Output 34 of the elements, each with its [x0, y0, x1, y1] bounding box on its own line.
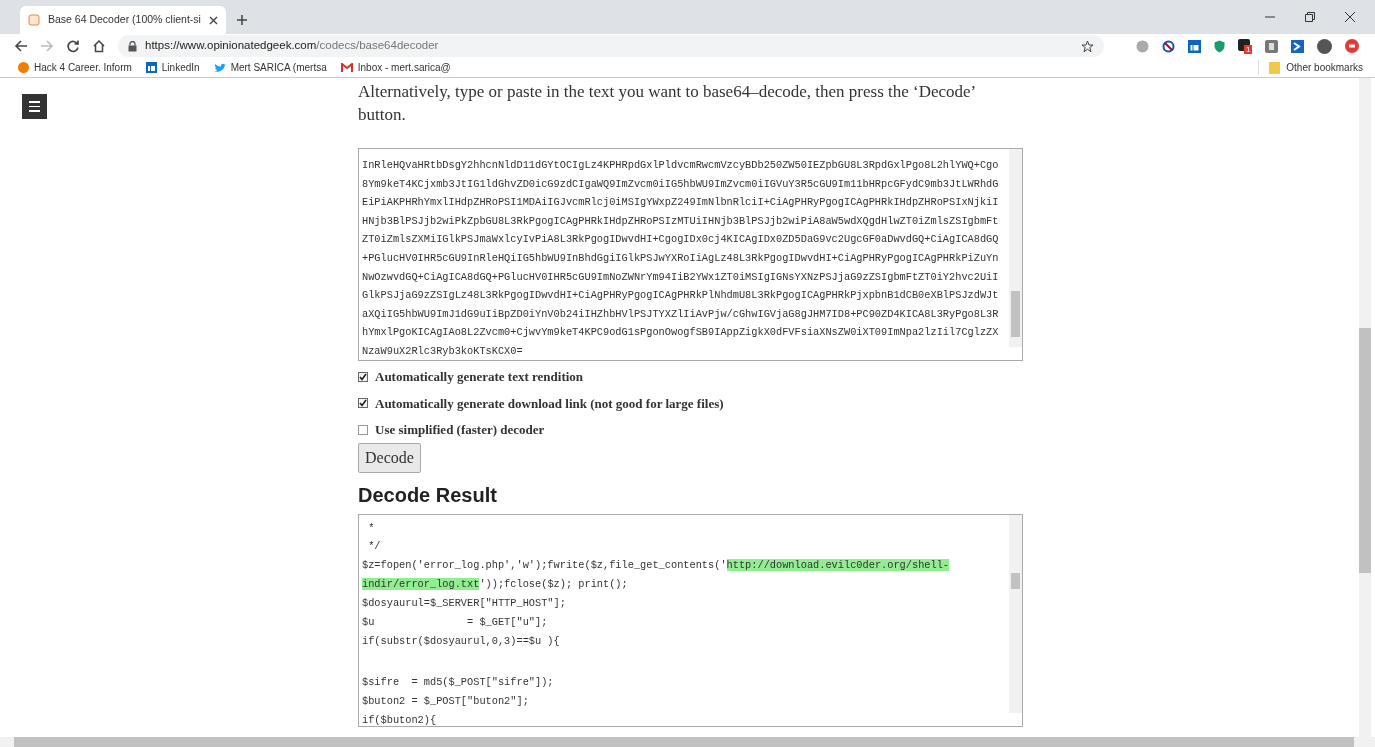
bookmark-link[interactable]: LinkedIn: [161, 60, 200, 75]
base64-line: InRleHQvaHRtbDsgY2hhcnNldD11dGYtOCIgLz4KPHRpdGxlPldvcmRwcmVzcyBDb250ZW50IEZpbGU8L3RpdGxlPgo8L2hlYWQ+Cgo: [362, 158, 999, 173]
code-line: $u = $_GET["u"];: [362, 615, 549, 631]
code-line: $dosyaurul=$_SERVER["HTTP_HOST"];: [362, 596, 567, 612]
notification-badge: 1: [1244, 45, 1253, 54]
decode-button[interactable]: Decode: [358, 442, 421, 473]
option-label: Automatically generate download link (not good for large files): [375, 394, 724, 413]
address-bar[interactable]: https://www.opinionatedgeek.com/codecs/base64decoder: [118, 35, 1104, 57]
base64-line: NwOzwvdGQ+CiAgICA8dGQ+PGlucHV0IHR5cGU9ImNoZWNrYm94IiB2YWx1ZT0iMSIgIGNsYXNzPSJjaG9zZSIgbmFtZT0iY2hvc2UiI: [362, 269, 999, 285]
code-line: $buton2 = $_POST["buton2"];: [362, 693, 530, 709]
code-line: *: [367, 520, 376, 536]
base64-line: HNjb3BlPSJjb2wiPkZpbGU8L3RkPgogICAgPHRkIHdpZHRoPSIzMTUiIHNjb3BlPSJjb2wiPiA8aW5wdXQgdHlwZT0iZmlsZSIgbmFt: [362, 213, 999, 229]
intro-paragraph: Alternatively, type or paste in the text you want to base64–decode, then press the ‘Decode’ button.: [358, 81, 976, 126]
browser-tab[interactable]: Base 64 Decoder (100% client-si: [20, 6, 226, 34]
code-line: $sifre = md5($_POST["sifre"]);: [362, 674, 555, 690]
base64-line: EiPiAKPHRhYmxlIHdpZHRoPSI1MDAiIGJvcmRlcj0iMSIgYWxpZ249ImNlbnRlciI+CiAgPHRyPgogICAgPHRkIHdpZHRoPSIxNjkiI: [362, 195, 999, 211]
bookmark-link[interactable]: Inbox - mert.sarica@: [357, 60, 451, 75]
option-label: Automatically generate text rendition: [375, 368, 584, 386]
other-bookmarks-link[interactable]: Other bookmarks: [1286, 60, 1363, 75]
code-line: if($buton2){: [362, 712, 438, 726]
code-line: if(substr($dosyaurul,0,3)==$u ){: [362, 633, 561, 649]
option-label: Use simplified (faster) decoder: [375, 421, 545, 439]
base64-line: aXQiIG5hbWU9ImJ1dG9uIiBpZD0iYnV0b24iIHZhbHVlPSJTYXZlIiAvPjw/cGhwIGVjaG8gJHM7ID8+PC90ZD4KICA8L3RyPgo8L3R: [362, 306, 999, 322]
base64-line: hYmxlPgoKICAgIAo8L2Zvcm0+CjwvYm9keT4KPC9odG1sPgonOwogfSB9IAppZigkX0dFVFsiaXNsZW0iXT09ImNpa2lzIil7CglzZX: [362, 325, 999, 341]
url-text: https://www.opinionatedgeek.com/codecs/base64decoder: [145, 38, 440, 54]
result-heading: Decode Result: [358, 482, 498, 507]
base64-line: +PGlucHV0IHR5cGU9InRleHQiIG5hbWU9InBhdGgiIGlkPSJwYXRoIiAgLz48L3RkPgogIDwvdHI+CiAgPHRyPgogICAgPHRkPiZuYn: [362, 250, 999, 266]
base64-line: NzaW9uX2Rlc3Ryb3koKTsKCX0=: [362, 343, 523, 359]
code-line: */: [367, 539, 382, 555]
bookmark-link[interactable]: Mert SARICA (mertsa: [230, 60, 327, 75]
bookmark-link[interactable]: Hack 4 Career. Inform: [34, 60, 132, 75]
base64-line: 8Ym9keT4KCjxmb3JtIG1ldGhvZD0icG9zdCIgaWQ9ImZvcm0iIG5hbWU9ImZvcm0iIGVuY3R5cGU9Im11bHRpcGFydC9mb3JtLWRhdG: [362, 176, 999, 192]
base64-line: ZT0iZmlsZXMiIGlkPSJmaWxlcyIvPiA8L3RkPgogIDwvdHI+CgogIDx0cj4KICAgIDx0ZD5DaG9vc2UgcGF0aDwvdGQ+CiAgICA8dGQ: [362, 232, 999, 248]
base64-line: GlkPSJjaG9zZSIgLz48L3RkPgogIDwvdHI+CiAgPHRyPgogICAgPHRkPlNhdmU8L3RkPgogICAgPHRkPjxpbnB1dCB0eXBlPSJzdWJt: [362, 288, 999, 304]
